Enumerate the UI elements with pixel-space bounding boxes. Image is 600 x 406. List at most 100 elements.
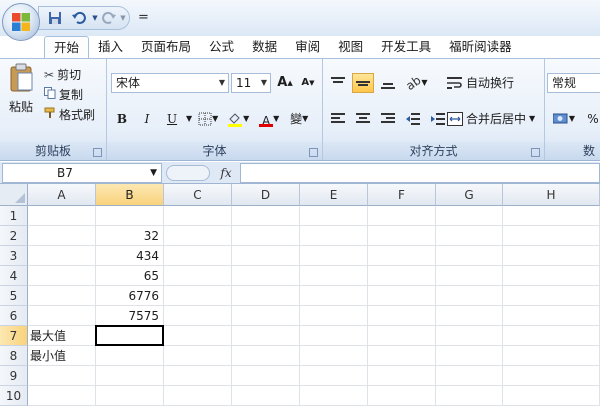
cell-b5[interactable]: 6776	[96, 286, 164, 306]
column-header-g[interactable]: G	[436, 184, 503, 206]
cell-d5[interactable]	[232, 286, 300, 306]
cell-f5[interactable]	[368, 286, 436, 306]
cell-f10[interactable]	[368, 386, 436, 406]
cell-c3[interactable]	[164, 246, 232, 266]
cell-a10[interactable]	[28, 386, 96, 406]
cell-a9[interactable]	[28, 366, 96, 386]
name-box[interactable]: B7 ▼	[2, 163, 162, 183]
active-cell-cursor[interactable]	[95, 325, 164, 346]
cell-c8[interactable]	[164, 346, 232, 366]
cell-d2[interactable]	[232, 226, 300, 246]
column-header-c[interactable]: C	[164, 184, 232, 206]
row-header-6[interactable]: 6	[0, 306, 28, 326]
office-button[interactable]	[2, 3, 40, 41]
cell-f2[interactable]	[368, 226, 436, 246]
select-all-button[interactable]	[0, 184, 28, 206]
cell-e5[interactable]	[300, 286, 368, 306]
paste-button[interactable]: 粘贴	[4, 63, 38, 125]
cell-b6[interactable]: 7575	[96, 306, 164, 326]
redo-dropdown-icon[interactable]: ▼	[115, 10, 131, 26]
cell-h6[interactable]	[503, 306, 600, 326]
tab-formulas[interactable]: 公式	[200, 36, 243, 58]
cell-a1[interactable]	[28, 206, 96, 226]
cell-a7[interactable]: 最大值	[28, 326, 96, 346]
phonetic-button[interactable]: 變 ▼	[286, 109, 312, 129]
cell-g10[interactable]	[436, 386, 503, 406]
increase-indent-button[interactable]	[427, 109, 449, 129]
cell-c7[interactable]	[164, 326, 232, 346]
align-middle-button[interactable]	[352, 73, 374, 93]
cell-e9[interactable]	[300, 366, 368, 386]
borders-button[interactable]: ▼	[195, 109, 221, 129]
cell-d3[interactable]	[232, 246, 300, 266]
accounting-format-button[interactable]: ▼	[549, 109, 579, 129]
cell-f8[interactable]	[368, 346, 436, 366]
row-header-10[interactable]: 10	[0, 386, 28, 406]
cell-f9[interactable]	[368, 366, 436, 386]
alignment-dialog-launcher[interactable]	[531, 148, 540, 157]
percent-button[interactable]: %	[582, 109, 600, 129]
cell-g6[interactable]	[436, 306, 503, 326]
italic-button[interactable]: I	[136, 109, 158, 129]
font-color-button[interactable]: A ▼	[255, 109, 283, 129]
tab-data[interactable]: 数据	[243, 36, 286, 58]
cell-f7[interactable]	[368, 326, 436, 346]
cell-c10[interactable]	[164, 386, 232, 406]
align-bottom-button[interactable]	[377, 73, 399, 93]
format-painter-button[interactable]: 格式刷	[44, 105, 95, 125]
cell-b1[interactable]	[96, 206, 164, 226]
cell-g3[interactable]	[436, 246, 503, 266]
cell-b4[interactable]: 65	[96, 266, 164, 286]
font-dialog-launcher[interactable]	[309, 148, 318, 157]
insert-function-button[interactable]: fx	[212, 163, 240, 183]
cell-d7[interactable]	[232, 326, 300, 346]
grow-font-button[interactable]: A ▲	[275, 73, 295, 93]
font-size-select[interactable]: 11 ▼	[231, 73, 271, 93]
cell-g2[interactable]	[436, 226, 503, 246]
fill-color-button[interactable]: ▼	[224, 109, 252, 129]
cell-e2[interactable]	[300, 226, 368, 246]
cell-h10[interactable]	[503, 386, 600, 406]
formula-input[interactable]	[240, 163, 600, 183]
cell-b10[interactable]	[96, 386, 164, 406]
cell-a4[interactable]	[28, 266, 96, 286]
cell-e10[interactable]	[300, 386, 368, 406]
cell-e1[interactable]	[300, 206, 368, 226]
tab-foxit-reader[interactable]: 福昕阅读器	[440, 36, 521, 58]
cell-d6[interactable]	[232, 306, 300, 326]
cell-c9[interactable]	[164, 366, 232, 386]
cell-c5[interactable]	[164, 286, 232, 306]
orientation-button[interactable]: ab ▼	[402, 73, 432, 93]
cell-g1[interactable]	[436, 206, 503, 226]
cell-h4[interactable]	[503, 266, 600, 286]
cell-h7[interactable]	[503, 326, 600, 346]
undo-icon[interactable]	[71, 10, 87, 26]
tab-insert[interactable]: 插入	[89, 36, 132, 58]
cell-g5[interactable]	[436, 286, 503, 306]
row-header-7[interactable]: 7	[0, 326, 28, 346]
cell-h8[interactable]	[503, 346, 600, 366]
row-header-3[interactable]: 3	[0, 246, 28, 266]
cell-a2[interactable]	[28, 226, 96, 246]
merge-center-button[interactable]: 合并后居中 ▼	[447, 109, 535, 129]
cell-a8[interactable]: 最小值	[28, 346, 96, 366]
cell-f4[interactable]	[368, 266, 436, 286]
font-name-select[interactable]: 宋体 ▼	[111, 73, 229, 93]
cell-d9[interactable]	[232, 366, 300, 386]
clipboard-dialog-launcher[interactable]	[93, 148, 102, 157]
cell-e6[interactable]	[300, 306, 368, 326]
cell-h1[interactable]	[503, 206, 600, 226]
cell-a3[interactable]	[28, 246, 96, 266]
tab-developer[interactable]: 开发工具	[372, 36, 440, 58]
align-left-button[interactable]	[327, 109, 349, 129]
cell-h9[interactable]	[503, 366, 600, 386]
save-icon[interactable]	[47, 10, 63, 26]
cell-b2[interactable]: 32	[96, 226, 164, 246]
customize-qat-button[interactable]: =	[138, 10, 149, 25]
cell-c2[interactable]	[164, 226, 232, 246]
cell-b9[interactable]	[96, 366, 164, 386]
decrease-indent-button[interactable]	[402, 109, 424, 129]
underline-button[interactable]: U	[161, 109, 183, 129]
tab-home[interactable]: 开始	[44, 36, 90, 58]
cell-e3[interactable]	[300, 246, 368, 266]
